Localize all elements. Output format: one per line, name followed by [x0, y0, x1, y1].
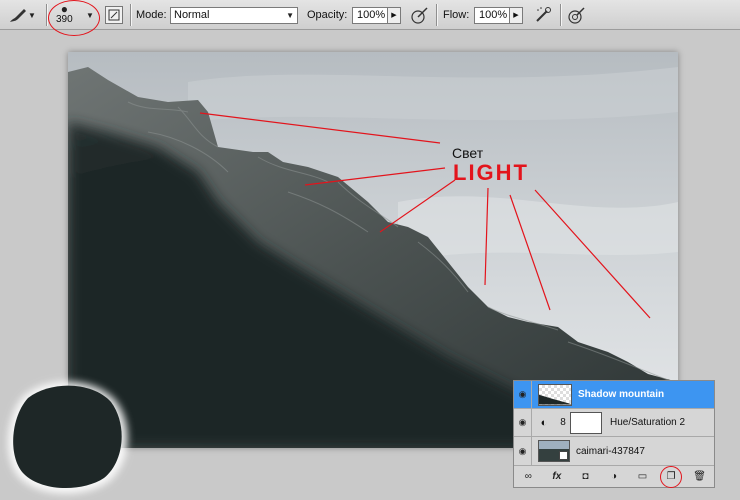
adjustment-layer-icon: ◐ [540, 416, 548, 429]
eye-icon: ◉ [518, 445, 527, 456]
eye-icon: ◉ [518, 389, 527, 399]
layer-row-shadow-mountain[interactable]: ◉ Shadow mountain [514, 380, 714, 409]
layers-panel-footer: ∞ fx ◘ ◑ ▭ ❐ 🗑 [514, 465, 714, 488]
layers-panel: ◉ Shadow mountain ◉ ◐ 8 Hue/Saturation 2… [513, 380, 715, 488]
visibility-toggle[interactable]: ◉ [514, 380, 532, 409]
smart-object-icon [559, 451, 568, 460]
layer-thumbnail [538, 440, 570, 462]
annotation-label-ru: Свет [452, 145, 484, 161]
visibility-toggle[interactable]: ◉ [514, 437, 532, 465]
layer-thumbnail [538, 383, 572, 406]
layer-mask-thumbnail [570, 411, 602, 434]
layer-style-fx-button[interactable]: fx [550, 470, 564, 484]
layer-row-caimari[interactable]: ◉ caimari-437847 [514, 437, 714, 465]
visibility-toggle[interactable]: ◉ [514, 408, 532, 437]
new-layer-highlight [660, 465, 683, 488]
brush-tip-preview [0, 370, 140, 500]
add-mask-icon[interactable]: ◘ [578, 470, 592, 484]
new-layer-icon[interactable]: ❐ [660, 465, 683, 488]
layer-name: Shadow mountain [578, 389, 665, 400]
annotation-label-light: LIGHT [453, 160, 529, 185]
layer-name: caimari-437847 [576, 445, 645, 457]
new-group-folder-icon[interactable]: ▭ [636, 470, 650, 484]
layer-name: Hue/Saturation 2 [610, 417, 686, 428]
trash-icon[interactable]: 🗑 [693, 470, 707, 484]
layer-row-hue-saturation[interactable]: ◉ ◐ 8 Hue/Saturation 2 [514, 408, 714, 437]
link-layers-icon[interactable]: ∞ [521, 470, 535, 484]
chain-link-icon: 8 [560, 417, 566, 428]
new-adjustment-layer-icon[interactable]: ◑ [607, 470, 621, 484]
eye-icon: ◉ [518, 417, 527, 427]
